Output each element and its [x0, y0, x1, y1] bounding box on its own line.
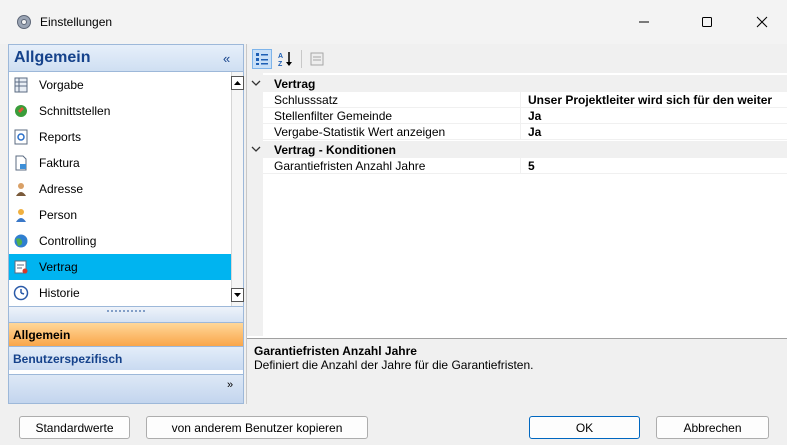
property-grid: Vertrag Schlusssatz Unser Projektleiter … — [247, 73, 787, 336]
address-person-icon — [16, 183, 26, 196]
column-divider[interactable] — [520, 92, 521, 108]
collapse-pane-button[interactable]: « — [223, 51, 230, 66]
nav-item-label: Reports — [39, 130, 82, 144]
category-vertrag-konditionen[interactable]: Vertrag - Konditionen — [247, 141, 787, 158]
categorized-view-button[interactable] — [252, 49, 272, 69]
column-divider[interactable] — [520, 108, 521, 124]
nav-item-historie[interactable]: Historie — [9, 280, 231, 306]
property-value[interactable]: Unser Projektleiter wird sich für den we… — [528, 93, 787, 107]
navigation-header-title: Allgemein — [14, 49, 91, 66]
property-value[interactable]: 5 — [528, 159, 787, 173]
nav-item-label: Adresse — [39, 182, 84, 196]
cancel-button[interactable]: Abbrechen — [656, 416, 769, 439]
category-vertrag[interactable]: Vertrag — [247, 75, 787, 92]
person-icon — [16, 209, 26, 222]
settings-gear-icon — [17, 15, 31, 29]
navigation-pane: Allgemein « Vorgabe Schnittstellen Repor… — [8, 44, 244, 404]
group-allgemein[interactable]: Allgemein — [9, 322, 243, 346]
nav-item-label: Person — [39, 208, 78, 222]
arrow-down-icon — [234, 293, 241, 297]
category-label: Vertrag — [274, 77, 316, 91]
close-icon — [756, 16, 768, 28]
chevron-down-icon[interactable] — [251, 78, 261, 88]
scroll-up-button[interactable] — [231, 76, 244, 90]
group-overflow-bar: » — [9, 374, 243, 403]
property-pages-icon — [310, 52, 324, 66]
splitter-grip-icon — [106, 309, 146, 313]
table-icon — [14, 77, 28, 93]
plug-icon — [15, 105, 27, 117]
sort-a-letter: A — [278, 53, 283, 60]
property-row-vergabe-statistik[interactable]: Vergabe-Statistik Wert anzeigen Ja — [263, 124, 787, 140]
property-pages-button[interactable] — [307, 49, 327, 69]
toolbar-separator — [301, 50, 302, 68]
group-benutzerspezifisch[interactable]: Benutzerspezifisch — [9, 346, 243, 370]
category-label: Vertrag - Konditionen — [274, 143, 397, 157]
column-divider[interactable] — [520, 158, 521, 174]
ok-button[interactable]: OK — [529, 416, 640, 439]
description-panel: Garantiefristen Anzahl Jahre Definiert d… — [247, 338, 787, 404]
property-pane: A Z Vertrag Schlusssatz Unser Projektlei… — [246, 44, 787, 404]
nav-item-faktura[interactable]: Faktura — [9, 150, 231, 176]
property-toolbar: A Z — [247, 44, 787, 73]
defaults-button[interactable]: Standardwerte — [19, 416, 130, 439]
group-label: Allgemein — [13, 328, 71, 342]
nav-item-label: Vertrag — [39, 260, 78, 274]
contract-icon — [14, 260, 28, 274]
navigation-list: Vorgabe Schnittstellen Reports Faktura A… — [9, 72, 231, 306]
invoice-icon — [15, 155, 27, 171]
nav-item-person[interactable]: Person — [9, 202, 231, 228]
property-value[interactable]: Ja — [528, 125, 787, 139]
nav-item-controlling[interactable]: Controlling — [9, 228, 231, 254]
description-text: Definiert die Anzahl der Jahre für die G… — [254, 358, 534, 372]
navigation-header: Allgemein « — [9, 45, 243, 72]
nav-item-label: Controlling — [39, 234, 97, 248]
property-row-stellenfilter-gemeinde[interactable]: Stellenfilter Gemeinde Ja — [263, 108, 787, 124]
sort-z-letter: Z — [278, 61, 283, 67]
maximize-icon — [702, 17, 712, 27]
chevron-down-icon[interactable] — [251, 144, 261, 154]
arrow-up-icon — [234, 81, 241, 85]
report-icon — [14, 129, 28, 145]
nav-item-reports[interactable]: Reports — [9, 124, 231, 150]
property-row-schlusssatz[interactable]: Schlusssatz Unser Projektleiter wird sic… — [263, 92, 787, 108]
overflow-chevron-button[interactable]: » — [227, 380, 233, 391]
title-bar: Einstellungen — [0, 0, 787, 44]
nav-item-vorgabe[interactable]: Vorgabe — [9, 72, 231, 98]
categorized-icon — [256, 53, 268, 65]
description-title: Garantiefristen Anzahl Jahre — [254, 344, 417, 358]
property-name: Vergabe-Statistik Wert anzeigen — [274, 125, 446, 139]
scroll-down-button[interactable] — [231, 288, 244, 302]
nav-item-vertrag[interactable]: Vertrag — [9, 254, 231, 280]
sort-az-icon: A Z — [278, 52, 292, 67]
minimize-button[interactable] — [627, 10, 661, 34]
nav-item-label: Schnittstellen — [39, 104, 111, 118]
minimize-icon — [639, 21, 649, 23]
nav-item-schnittstellen[interactable]: Schnittstellen — [9, 98, 231, 124]
group-label: Benutzerspezifisch — [13, 352, 123, 366]
property-name: Stellenfilter Gemeinde — [274, 109, 393, 123]
alphabetical-view-button[interactable]: A Z — [275, 49, 295, 69]
property-name: Garantiefristen Anzahl Jahre — [274, 159, 426, 173]
copy-from-user-button[interactable]: von anderem Benutzer kopieren — [146, 416, 368, 439]
nav-item-label: Faktura — [39, 156, 80, 170]
nav-item-adresse[interactable]: Adresse — [9, 176, 231, 202]
navigation-scrollbar[interactable] — [231, 72, 244, 306]
controlling-globe-icon — [14, 234, 28, 248]
window-title: Einstellungen — [40, 15, 113, 29]
pane-splitter[interactable] — [9, 306, 243, 322]
nav-item-label: Vorgabe — [39, 78, 84, 92]
maximize-button[interactable] — [690, 10, 724, 34]
clock-icon — [13, 285, 29, 301]
nav-item-label: Historie — [39, 286, 80, 300]
column-divider[interactable] — [520, 124, 521, 140]
property-row-garantiefristen[interactable]: Garantiefristen Anzahl Jahre 5 — [263, 158, 787, 174]
property-name: Schlusssatz — [274, 93, 339, 107]
property-value[interactable]: Ja — [528, 109, 787, 123]
close-button[interactable] — [745, 10, 779, 34]
grid-margin — [247, 73, 263, 336]
